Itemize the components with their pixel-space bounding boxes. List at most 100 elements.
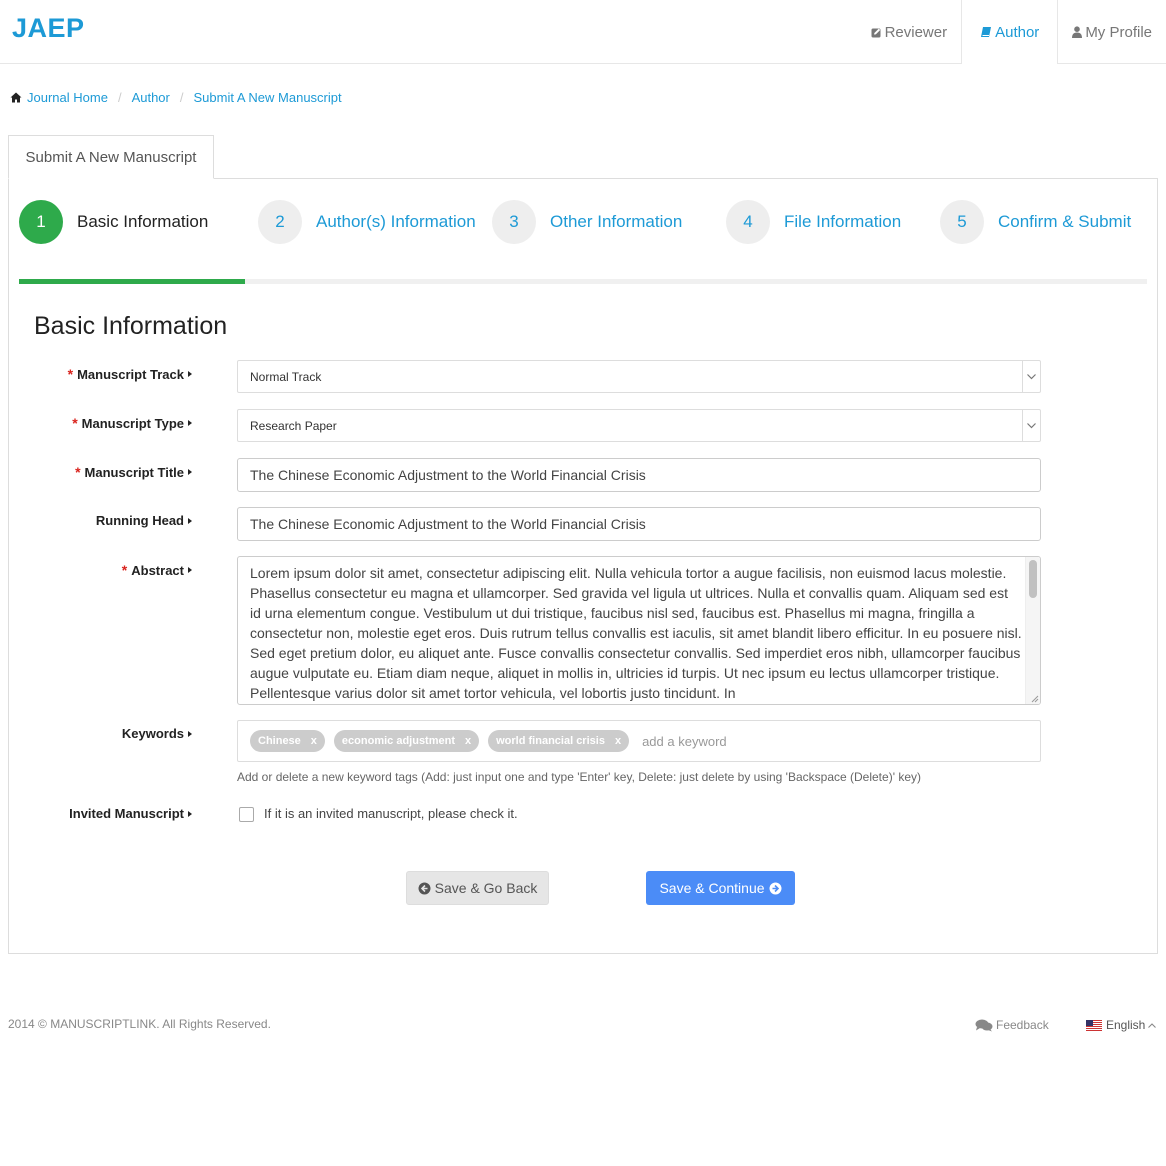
abstract-scrollbar[interactable]	[1025, 557, 1040, 704]
save-go-back-button[interactable]: Save & Go Back	[406, 871, 549, 905]
invited-manuscript-checkbox[interactable]	[239, 807, 254, 822]
save-continue-label: Save & Continue	[659, 880, 765, 896]
language-selector[interactable]: English	[1086, 1018, 1157, 1032]
chevron-down-icon	[1022, 410, 1040, 441]
caret-right-icon	[188, 810, 192, 817]
step-number: 2	[258, 200, 302, 244]
top-nav-links: Reviewer Author My Profile	[857, 0, 1166, 64]
feedback-link[interactable]: Feedback	[975, 1018, 1049, 1032]
running-head-input[interactable]: The Chinese Economic Adjustment to the W…	[237, 507, 1041, 541]
running-head-value: The Chinese Economic Adjustment to the W…	[250, 516, 646, 532]
keyword-remove-button[interactable]: x	[465, 735, 471, 747]
abstract-label: * Abstract	[122, 562, 192, 578]
caret-right-icon	[188, 517, 192, 524]
manuscript-type-label: * Manuscript Type	[72, 415, 192, 431]
manuscript-type-select[interactable]: Research Paper	[237, 409, 1041, 442]
caret-right-icon	[188, 730, 192, 737]
keywords-label: Keywords	[122, 726, 192, 741]
required-marker: *	[67, 366, 74, 382]
top-navbar: JAEP Reviewer Author My Profile	[0, 0, 1166, 64]
copyright-text: 2014 © MANUSCRIPTLINK. All Rights Reserv…	[8, 1017, 271, 1031]
breadcrumb-journal-home[interactable]: Journal Home	[27, 90, 108, 105]
save-continue-button[interactable]: Save & Continue	[646, 871, 795, 905]
book-icon	[980, 26, 992, 38]
required-marker: *	[75, 464, 81, 480]
manuscript-track-value: Normal Track	[250, 369, 322, 384]
required-marker: *	[72, 415, 78, 431]
running-head-label: Running Head	[96, 513, 192, 528]
breadcrumb-submit[interactable]: Submit A New Manuscript	[194, 90, 342, 105]
keyword-tag: Chinese x	[250, 730, 325, 752]
breadcrumb-separator: /	[179, 90, 184, 105]
nav-my-profile-label: My Profile	[1085, 23, 1152, 41]
arrow-circle-left-icon	[418, 882, 431, 895]
step-label: Confirm & Submit	[998, 212, 1132, 231]
manuscript-title-input[interactable]: The Chinese Economic Adjustment to the W…	[237, 458, 1041, 492]
step-label: Basic Information	[77, 212, 209, 231]
step-authors-information[interactable]: 2 Author(s) Information	[258, 200, 476, 244]
manuscript-title-label: * Manuscript Title	[75, 464, 192, 480]
nav-my-profile[interactable]: My Profile	[1058, 0, 1166, 64]
arrow-circle-right-icon	[769, 882, 782, 895]
step-number: 4	[726, 200, 770, 244]
keyword-placeholder[interactable]: add a keyword	[642, 734, 727, 749]
edit-icon	[871, 27, 882, 38]
us-flag-icon	[1086, 1019, 1102, 1031]
chevron-up-icon	[1148, 1022, 1157, 1028]
caret-right-icon	[188, 469, 192, 475]
keyword-tag: economic adjustment x	[333, 730, 480, 752]
step-confirm-submit[interactable]: 5 Confirm & Submit	[940, 200, 1131, 244]
invited-manuscript-label-text: Invited Manuscript	[69, 806, 184, 821]
keyword-remove-button[interactable]: x	[615, 735, 621, 747]
nav-author[interactable]: Author	[961, 0, 1059, 64]
step-label: File Information	[784, 212, 902, 231]
save-go-back-label: Save & Go Back	[434, 880, 538, 896]
step-number: 5	[940, 200, 984, 244]
invited-manuscript-text: If it is an invited manuscript, please c…	[264, 806, 518, 821]
step-other-information[interactable]: 3 Other Information	[492, 200, 682, 244]
user-icon	[1072, 26, 1083, 38]
keywords-label-text: Keywords	[121, 726, 184, 741]
manuscript-title-label-text: Manuscript Title	[84, 464, 184, 480]
step-number: 3	[492, 200, 536, 244]
nav-reviewer[interactable]: Reviewer	[857, 0, 962, 64]
keyword-tag-label: Chinese	[258, 735, 301, 747]
manuscript-type-label-text: Manuscript Type	[81, 415, 184, 431]
abstract-textarea[interactable]: Lorem ipsum dolor sit amet, consectetur …	[237, 556, 1041, 705]
feedback-label: Feedback	[996, 1018, 1049, 1032]
breadcrumb-separator: /	[117, 90, 122, 105]
abstract-label-text: Abstract	[131, 562, 184, 578]
keyword-tag-label: world financial crisis	[496, 735, 605, 747]
caret-right-icon	[188, 567, 192, 573]
keywords-input[interactable]: Chinese x economic adjustment x world fi…	[237, 720, 1041, 762]
step-label: Other Information	[550, 212, 683, 231]
step-progress-bar	[19, 279, 1147, 284]
keyword-remove-button[interactable]: x	[311, 735, 317, 747]
breadcrumb: Journal Home / Author / Submit A New Man…	[10, 90, 342, 105]
manuscript-track-label: * Manuscript Track	[68, 366, 192, 382]
manuscript-track-label-text: Manuscript Track	[77, 366, 184, 382]
brand-logo[interactable]: JAEP	[12, 13, 85, 44]
required-marker: *	[121, 562, 128, 578]
caret-right-icon	[188, 420, 192, 426]
abstract-text: Lorem ipsum dolor sit amet, consectetur …	[250, 565, 1022, 701]
tab-submit-new-manuscript[interactable]: Submit A New Manuscript	[8, 135, 214, 179]
chevron-down-icon	[1022, 361, 1040, 392]
nav-author-label: Author	[995, 23, 1040, 41]
language-label: English	[1106, 1018, 1146, 1032]
invited-manuscript-label: Invited Manuscript	[69, 806, 192, 821]
step-file-information[interactable]: 4 File Information	[726, 200, 901, 244]
nav-reviewer-label: Reviewer	[884, 23, 948, 41]
keyword-tag-label: economic adjustment	[341, 735, 455, 747]
breadcrumb-author[interactable]: Author	[132, 90, 170, 105]
running-head-label-text: Running Head	[95, 513, 184, 528]
home-icon	[10, 92, 22, 103]
resize-handle-icon[interactable]	[1029, 693, 1039, 703]
abstract-scroll-thumb[interactable]	[1029, 560, 1037, 598]
step-basic-information[interactable]: 1 Basic Information	[19, 200, 208, 244]
comments-icon	[975, 1019, 993, 1032]
caret-right-icon	[188, 371, 192, 377]
keyword-tag: world financial crisis x	[488, 730, 630, 752]
manuscript-title-value: The Chinese Economic Adjustment to the W…	[250, 467, 646, 483]
manuscript-track-select[interactable]: Normal Track	[237, 360, 1041, 393]
